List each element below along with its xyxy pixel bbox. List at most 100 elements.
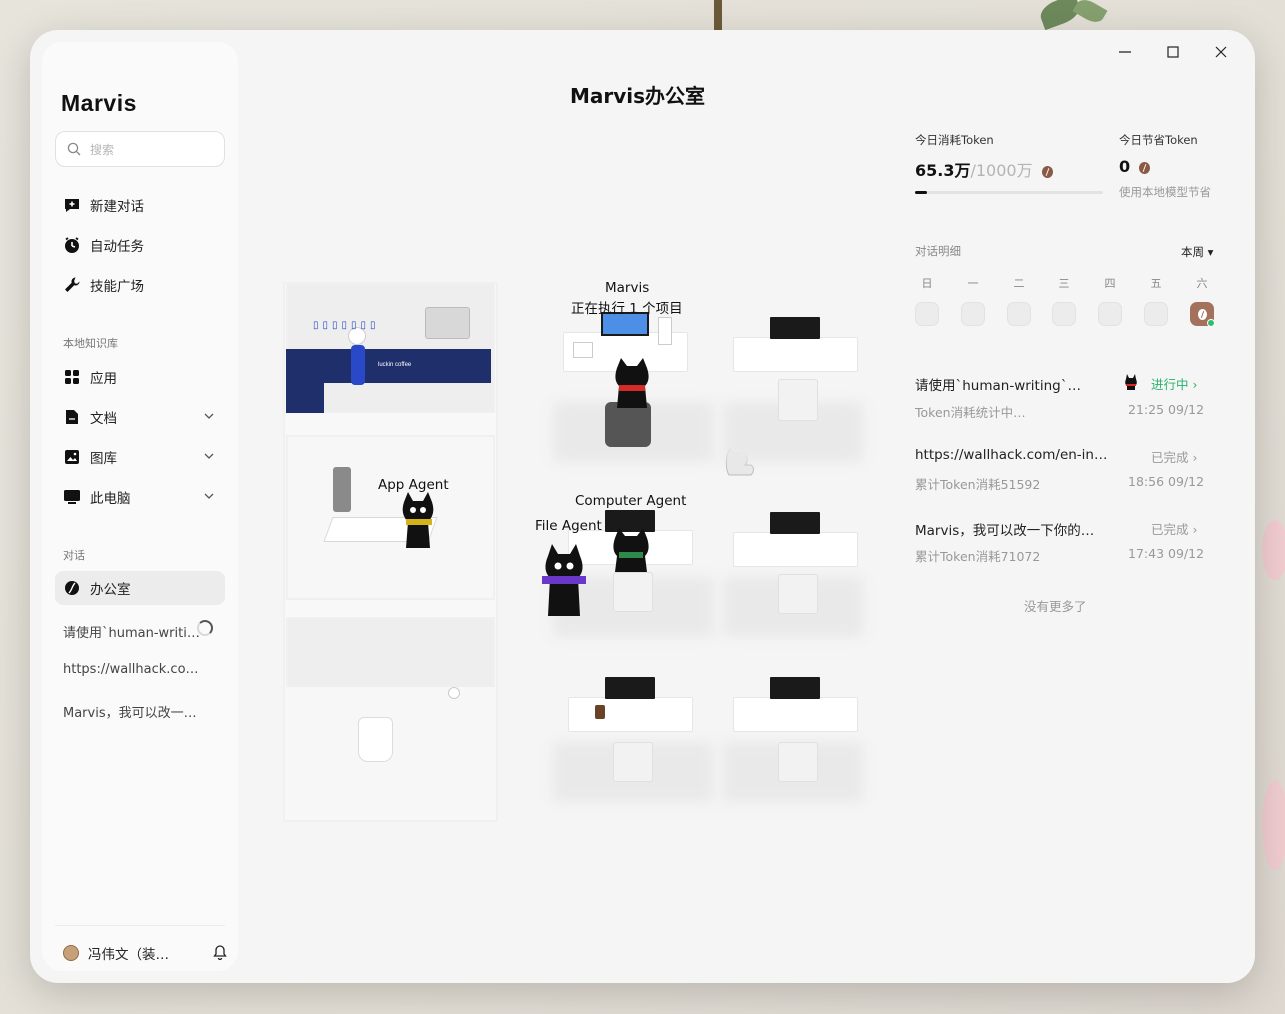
weekday-label: 二 [1013,277,1025,290]
nav-skill-plaza[interactable]: 技能广场 [55,268,225,302]
agent-cat-icon [1125,374,1137,390]
conversation-sub: 累计Token消耗71072 [915,549,1041,564]
close-icon[interactable] [1213,44,1229,60]
kb-item-docs[interactable]: 文档 [55,400,225,434]
weekday-cell[interactable] [1098,302,1122,326]
app-agent-cat[interactable] [398,492,438,550]
coffee-cup [595,705,605,719]
monitor [770,677,820,699]
coffee-brand-label: luckin coffee [378,362,412,368]
week-filter-dropdown[interactable]: 本周 ▾ [1181,244,1213,260]
gallery-icon [63,448,81,466]
desk-empty [568,697,693,732]
saved-note: 使用本地模型节省 [1119,185,1211,199]
conversation-title[interactable]: https://wallhack.com/en-in… [915,447,1110,463]
coffee-counter-side [286,380,324,413]
conversation-section-label: 对话 [63,549,85,562]
user-profile[interactable]: 冯伟文（装修中） [63,943,176,963]
loading-spinner-icon [197,620,213,636]
coffee-bean-icon [63,579,81,597]
conversation-item[interactable]: 请使用`human-writing… [63,622,205,641]
wallpaper-leaf [1072,0,1108,27]
conversation-sub: Token消耗统计中… [915,405,1026,420]
maximize-icon[interactable] [1165,44,1181,60]
chevron-down-icon[interactable] [203,410,215,422]
nav-auto-task[interactable]: 自动任务 [55,228,225,262]
document-icon [63,408,81,426]
nav-label: 新建对话 [90,199,144,215]
weekday-cell[interactable] [1190,302,1215,327]
details-label: 对话明细 [915,244,961,258]
kb-item-apps[interactable]: 应用 [55,360,225,394]
coffee-bean-icon [1041,165,1053,178]
chevron-down-icon[interactable] [203,450,215,462]
nav-new-chat[interactable]: 新建对话 [55,188,225,222]
desk-empty [733,337,858,372]
clock-icon [63,236,81,254]
sidebar: Marvis 新建对话 自动任务 技能广场 本地知识库 [42,42,238,971]
marvis-status-label: 正在执行 1 个项目 [571,301,683,317]
monitor [770,317,820,339]
conversation-sub: 累计Token消耗51592 [915,477,1041,492]
search-input[interactable] [90,140,210,160]
sidebar-divider [55,925,225,926]
search-box[interactable] [55,131,225,167]
conversation-item[interactable]: Marvis，我可以改一下你的… [63,702,205,721]
today-used-value: 65.3万/1000万 [915,157,1053,181]
coffee-bean-icon [1139,161,1151,174]
search-icon [67,142,81,156]
chair [778,574,818,614]
conversation-title[interactable]: 请使用`human-writing`… [915,374,1110,394]
file-agent-cat[interactable] [538,544,590,616]
minimize-icon[interactable] [1117,44,1133,60]
cups-row: ▯▯▯▯▯▯▯ [313,320,380,331]
treadmill-handle [333,467,351,512]
weekday-cell[interactable] [915,302,939,326]
weekday-label: 六 [1196,277,1208,290]
today-saved-value: 0 [1119,157,1151,176]
mascot-body [351,345,365,385]
office-scene: luckin coffee ▯▯▯▯▯▯▯ App Agent Marvis 正… [283,280,863,822]
conversation-office[interactable]: 办公室 [55,571,225,605]
status-running[interactable]: 进行中 › [1151,374,1197,393]
today-saved-label: 今日节省Token [1119,133,1198,147]
today-used-label: 今日消耗Token [915,133,994,147]
today-limit: /1000万 [970,161,1033,180]
status-done[interactable]: 已完成 › [1151,447,1197,466]
coffee-machine [425,307,470,339]
conversation-time: 17:43 09/12 [1128,546,1205,561]
computer-agent-label: Computer Agent [575,493,687,509]
printer [573,342,593,358]
monitor [770,512,820,534]
wallpaper-petal [1262,780,1285,870]
weekday-label: 四 [1104,277,1116,290]
monitor [605,677,655,699]
computer-agent-cat[interactable] [609,528,653,572]
conversation-time: 18:56 09/12 [1128,474,1205,489]
toilet [358,717,393,762]
app-agent-label: App Agent [378,477,449,493]
apps-grid-icon [63,368,81,386]
computer-icon [63,488,81,506]
user-name: 冯伟文（装修中） [88,947,176,963]
weekday-cell[interactable] [961,302,985,326]
wallpaper-petal [1262,520,1285,580]
today-saved-number: 0 [1119,157,1131,176]
status-done[interactable]: 已完成 › [1151,519,1197,538]
kb-item-label: 文档 [90,411,117,427]
kb-item-gallery[interactable]: 图库 [55,440,225,474]
no-more-label: 没有更多了 [1024,599,1087,614]
knowledge-section-label: 本地知识库 [63,337,118,350]
chair [778,742,818,782]
toilet-paper [448,687,460,699]
conversation-title[interactable]: Marvis，我可以改一下你的… [915,519,1110,539]
weekday-cell[interactable] [1144,302,1168,326]
marvis-cat[interactable] [611,358,653,408]
nav-label: 技能广场 [90,279,144,295]
chevron-down-icon[interactable] [203,490,215,502]
kb-item-this-pc[interactable]: 此电脑 [55,480,225,514]
weekday-cell[interactable] [1052,302,1076,326]
weekday-cell[interactable] [1007,302,1031,326]
bell-icon[interactable] [212,944,228,960]
conversation-item[interactable]: https://wallhack.com/en-in… [63,662,205,677]
